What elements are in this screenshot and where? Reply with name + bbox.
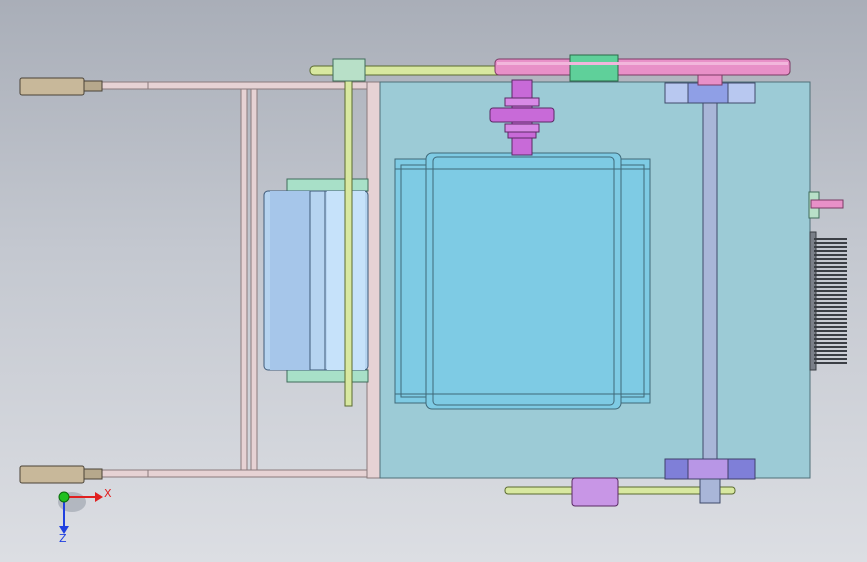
tank xyxy=(394,152,651,410)
handle-upright-2 xyxy=(250,88,258,471)
heatsink-fin xyxy=(814,258,847,260)
heatsink-fin xyxy=(814,310,847,312)
heatsink-fin xyxy=(814,354,847,356)
handle-rail-top xyxy=(99,81,371,90)
heatsink-fin xyxy=(814,242,847,244)
handle-grip-bottom xyxy=(19,465,103,484)
heatsink-fin xyxy=(814,358,847,360)
heatsink-fins xyxy=(814,238,847,364)
handle-grip-top xyxy=(19,77,103,96)
heatsink-fin xyxy=(814,306,847,308)
heatsink-fin xyxy=(814,246,847,248)
heatsink-fin xyxy=(814,326,847,328)
heatsink-fin xyxy=(814,342,847,344)
side-shaft-left xyxy=(344,67,353,407)
heatsink-fin xyxy=(814,294,847,296)
heatsink-fin xyxy=(814,262,847,264)
roller-bracket-bottom xyxy=(286,369,369,383)
heatsink-fin xyxy=(814,298,847,300)
x-axis-label: X xyxy=(104,487,112,500)
heatsink-fin xyxy=(814,334,847,336)
frame-front-bar xyxy=(366,81,381,479)
heatsink-fin xyxy=(814,302,847,304)
roller-bracket-top xyxy=(286,178,369,192)
heatsink-fin xyxy=(814,250,847,252)
heatsink-fin xyxy=(814,346,847,348)
heatsink-fin xyxy=(814,338,847,340)
heatsink-fin xyxy=(814,278,847,280)
heatsink-fin xyxy=(814,330,847,332)
handle-rail-bottom xyxy=(99,469,371,478)
y-axis-dot xyxy=(58,491,70,503)
heatsink-fin xyxy=(814,254,847,256)
heatsink-fin xyxy=(814,322,847,324)
heatsink-fin xyxy=(814,362,847,364)
motor-heatsink xyxy=(808,191,847,371)
coordinate-triad: X Z xyxy=(58,487,112,545)
heatsink-fin xyxy=(814,290,847,292)
heatsink-fin xyxy=(814,270,847,272)
heatsink-fin xyxy=(814,266,847,268)
heatsink-fin xyxy=(814,318,847,320)
heatsink-fin xyxy=(814,286,847,288)
heatsink-fin xyxy=(814,314,847,316)
heatsink-fin xyxy=(814,350,847,352)
heatsink-fin xyxy=(814,282,847,284)
handle-upright-1 xyxy=(240,88,248,471)
z-axis-label: Z xyxy=(59,532,67,545)
top-pulley-belt xyxy=(494,54,791,82)
heatsink-fin xyxy=(814,238,847,240)
lower-belt xyxy=(504,477,736,507)
heatsink-fin xyxy=(814,274,847,276)
cad-viewport[interactable]: X Z xyxy=(0,0,867,562)
